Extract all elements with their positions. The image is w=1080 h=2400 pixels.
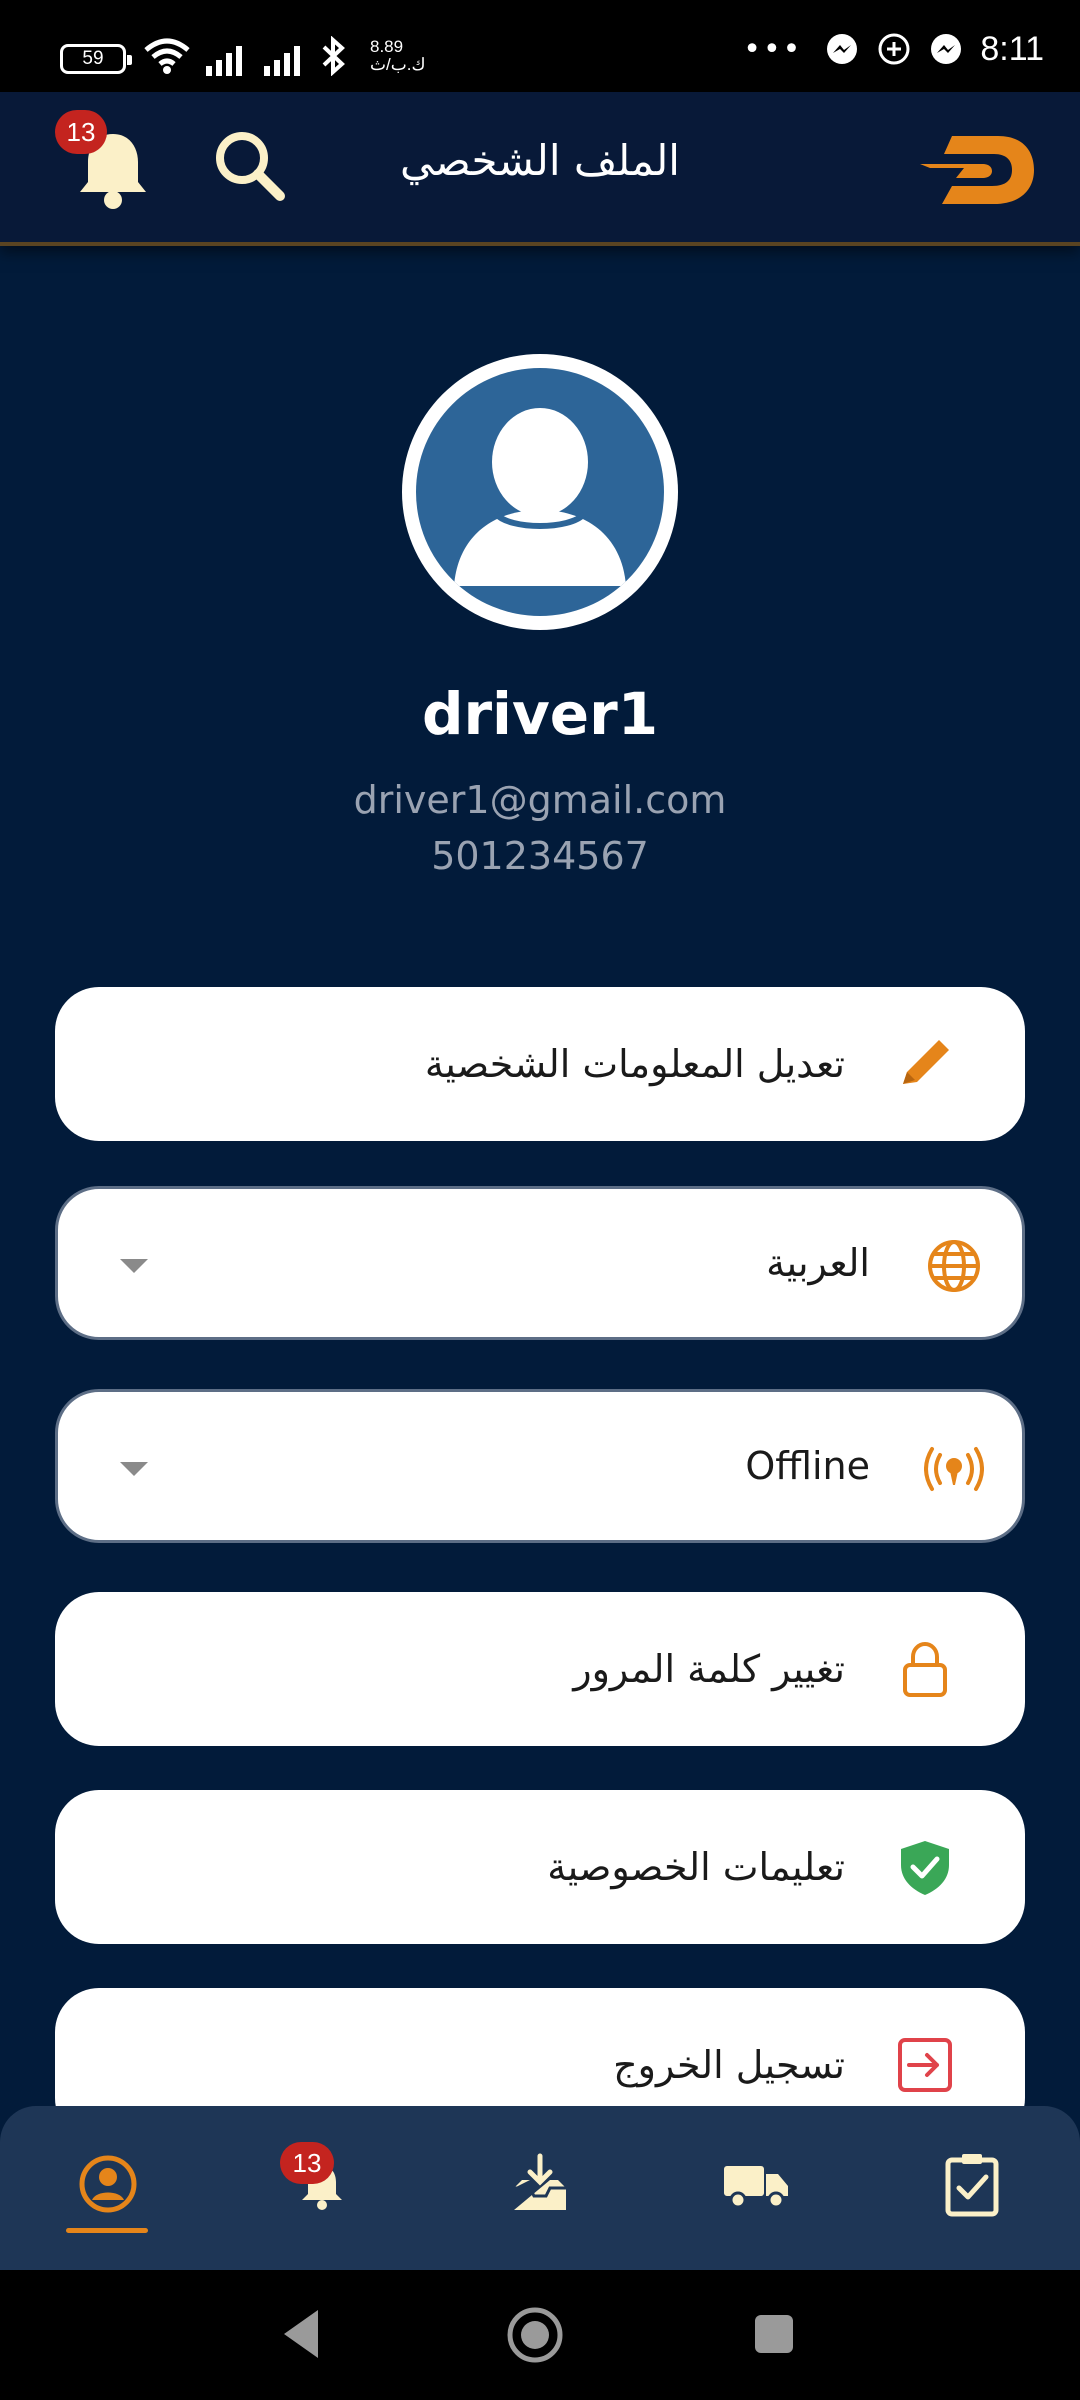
pencil-icon [903,1040,949,1084]
signal-icon [206,46,242,76]
lock-icon [903,1641,947,1697]
status-select[interactable]: Offline [55,1389,1025,1543]
overflow-dots: ••• [743,32,803,67]
language-value: العربية [766,1241,870,1285]
profile-email: driver1@gmail.com [353,778,727,822]
privacy-label: تعليمات الخصوصية [547,1845,845,1889]
status-value: Offline [745,1444,870,1488]
chevron-down-icon [120,1259,148,1273]
language-select[interactable]: العربية [55,1186,1025,1340]
user-silhouette-icon [454,408,626,586]
network-speed: 8.89 ك.ب/ث [370,38,425,74]
messenger-icon-2 [931,33,962,64]
status-icons [142,36,348,76]
bluetooth-icon [322,36,345,76]
search-icon[interactable] [210,126,290,206]
notification-badge: 13 [55,110,107,154]
logout-icon [898,2038,952,2092]
speed-value: 8.89 [370,37,404,56]
avatar-image [416,368,664,616]
back-icon[interactable] [278,2306,324,2362]
signal-icon-2 [264,46,300,76]
nav-notification-badge: 13 [280,2142,334,2184]
system-navigation-bar [0,2270,1080,2400]
page-title: الملف الشخصي [400,136,680,185]
profile-phone: 501234567 [431,834,649,878]
inbox-download-icon[interactable] [500,2144,580,2224]
recents-icon[interactable] [752,2312,796,2356]
wifi-icon [144,38,190,74]
edit-profile-button[interactable]: تعديل المعلومات الشخصية [55,987,1025,1141]
home-icon[interactable] [506,2306,564,2364]
profile-icon[interactable] [68,2144,148,2224]
change-password-button[interactable]: تغيير كلمة المرور [55,1592,1025,1746]
battery-icon: 59 [60,44,132,74]
speed-unit: ك.ب/ث [370,55,426,74]
avatar[interactable] [402,354,678,630]
messenger-icon [827,33,858,64]
clipboard-check-icon[interactable] [932,2144,1012,2224]
status-bar: 59 8.89 ك.ب/ث ••• 8:11 [0,0,1080,92]
chat-add-icon [878,33,910,64]
privacy-button[interactable]: تعليمات الخصوصية [55,1790,1025,1944]
edit-profile-label: تعديل المعلومات الشخصية [424,1042,845,1086]
broadcast-icon [924,1447,984,1491]
clock: 8:11 [980,30,1044,68]
app-header: 13 الملف الشخصي [0,92,1080,242]
shield-check-icon [901,1841,949,1895]
app-logo [920,136,1034,204]
globe-icon [928,1240,980,1292]
change-password-label: تغيير كلمة المرور [573,1647,845,1691]
profile-name: driver1 [421,680,659,748]
chevron-down-icon [120,1462,148,1476]
battery-level: 59 [82,48,104,69]
bottom-navigation: 13 [0,2106,1080,2270]
status-right: ••• 8:11 [743,30,1044,69]
truck-icon[interactable] [716,2144,796,2224]
active-tab-indicator [66,2228,148,2233]
